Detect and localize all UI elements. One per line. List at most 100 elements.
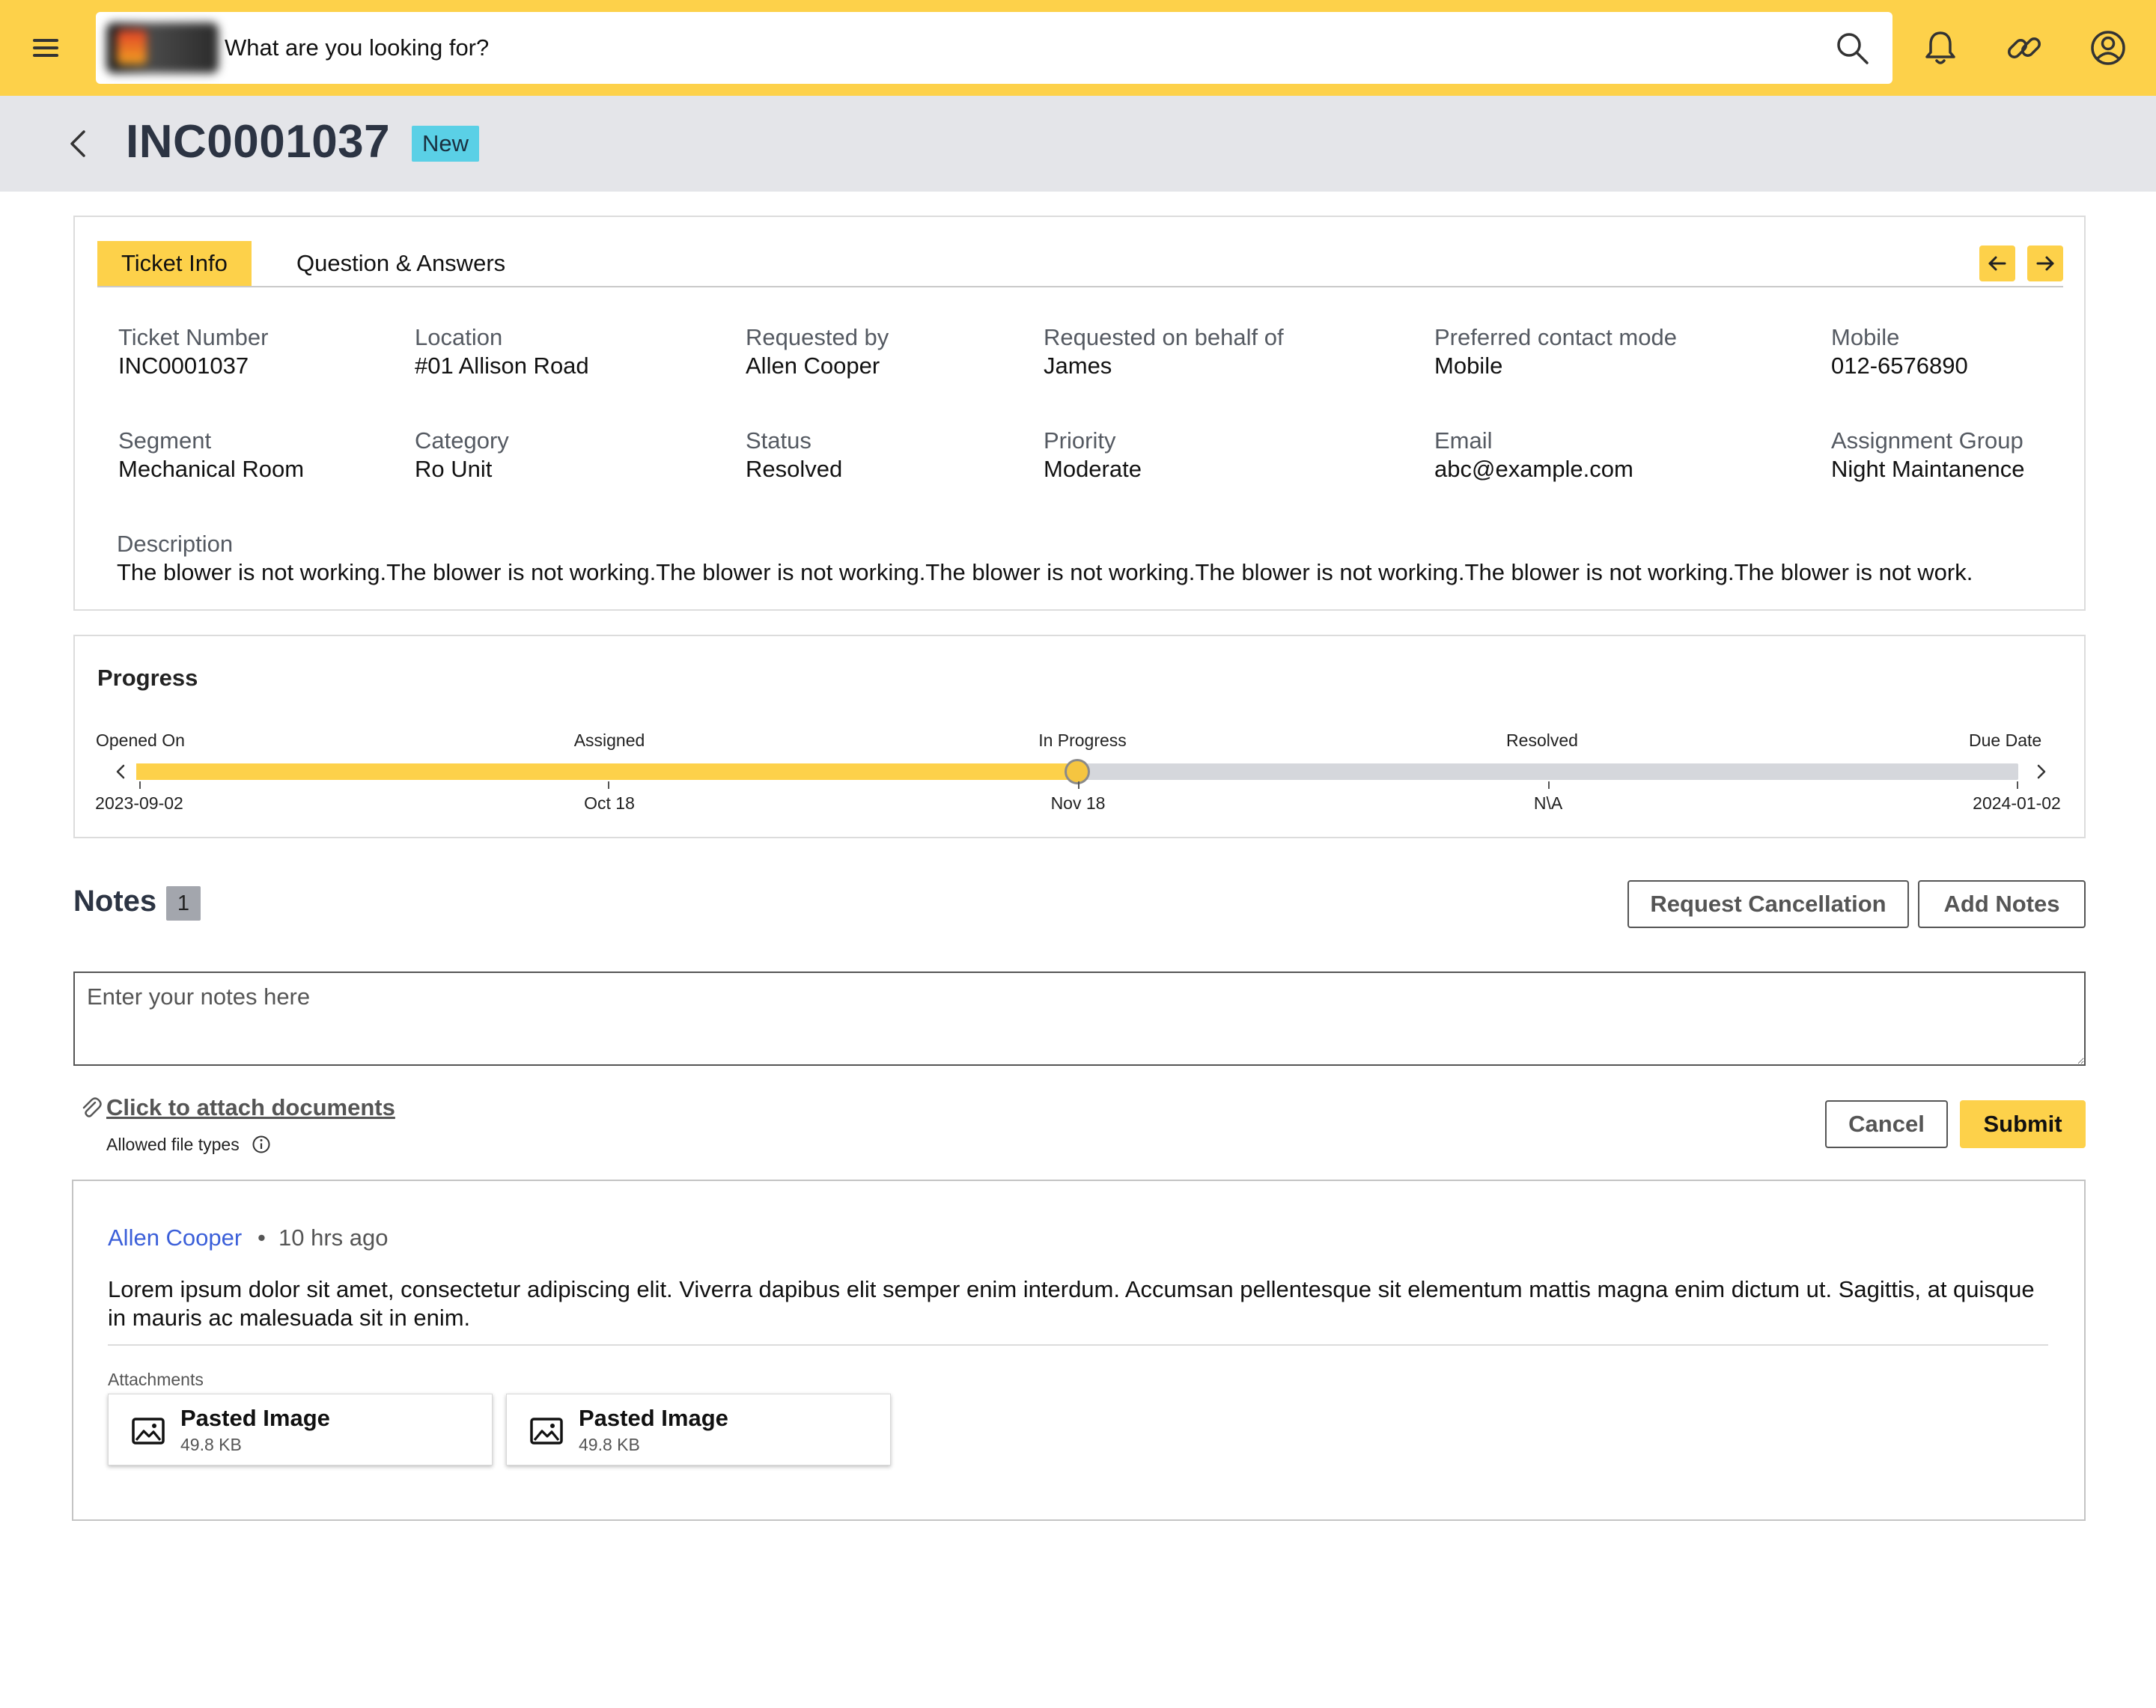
notes-textarea[interactable] bbox=[73, 972, 2086, 1066]
progress-fill bbox=[136, 763, 1077, 780]
image-icon bbox=[530, 1418, 563, 1445]
field-label: Assignment Group bbox=[1831, 427, 2023, 454]
field-label: Priority bbox=[1044, 427, 1116, 454]
field-label: Category bbox=[415, 427, 509, 454]
field-location: Location #01 Allison Road bbox=[415, 323, 589, 380]
attachment-name: Pasted Image bbox=[180, 1405, 330, 1431]
field-category: Category Ro Unit bbox=[415, 427, 509, 484]
attach-documents-link[interactable]: Click to attach documents bbox=[106, 1094, 395, 1121]
paperclip-icon[interactable] bbox=[79, 1096, 102, 1120]
field-label: Status bbox=[746, 427, 811, 454]
field-value: Allen Cooper bbox=[746, 353, 880, 379]
bell-icon[interactable] bbox=[1919, 27, 1961, 69]
field-label: Segment bbox=[118, 427, 212, 454]
attachment-card[interactable]: Pasted Image 49.8 KB bbox=[506, 1394, 891, 1465]
arrow-left-icon[interactable] bbox=[1979, 245, 2015, 281]
field-label: Ticket Number bbox=[118, 324, 269, 350]
field-value: Ro Unit bbox=[415, 456, 493, 482]
brand-logo bbox=[106, 22, 219, 73]
chevron-left-icon[interactable] bbox=[61, 126, 97, 162]
status-badge: New bbox=[412, 126, 480, 162]
attachment-name: Pasted Image bbox=[579, 1405, 728, 1431]
arrow-right-icon[interactable] bbox=[2027, 245, 2063, 281]
field-ticket-number: Ticket Number INC0001037 bbox=[118, 323, 268, 380]
search-icon[interactable] bbox=[1834, 30, 1870, 66]
field-value: Moderate bbox=[1044, 456, 1142, 482]
stage-date-due-date: 2024-01-02 bbox=[1973, 793, 2061, 813]
tab-question-answers[interactable]: Question & Answers bbox=[272, 241, 529, 286]
stage-label-opened-on: Opened On bbox=[96, 731, 185, 750]
field-description: Description The blower is not working.Th… bbox=[117, 530, 2071, 587]
page-title: INC0001037 bbox=[126, 116, 391, 168]
attachment-size: 49.8 KB bbox=[579, 1435, 640, 1454]
stage-label-in-progress: In Progress bbox=[1038, 731, 1127, 750]
attachments-label: Attachments bbox=[108, 1370, 204, 1389]
field-value: abc@example.com bbox=[1434, 456, 1633, 482]
field-value: James bbox=[1044, 353, 1112, 379]
stage-label-assigned: Assigned bbox=[573, 731, 645, 750]
field-status: Status Resolved bbox=[746, 427, 842, 484]
stage-label-resolved: Resolved bbox=[1506, 731, 1578, 750]
account-icon[interactable] bbox=[2087, 27, 2129, 69]
field-label: Location bbox=[415, 324, 503, 350]
notes-count-badge: 1 bbox=[166, 886, 201, 921]
link-icon[interactable] bbox=[2003, 27, 2045, 69]
stage-date-opened-on: 2023-09-02 bbox=[95, 793, 183, 813]
tick-mark bbox=[139, 781, 141, 789]
add-notes-button[interactable]: Add Notes bbox=[1918, 880, 2086, 928]
field-value: #01 Allison Road bbox=[415, 353, 589, 379]
chevron-right-icon[interactable] bbox=[2030, 760, 2053, 783]
field-preferred-contact-mode: Preferred contact mode Mobile bbox=[1434, 323, 1677, 380]
tick-mark bbox=[1078, 781, 1079, 789]
progress-panel: Progress Opened On Assigned In Progress … bbox=[73, 635, 2086, 838]
cancel-button[interactable]: Cancel bbox=[1825, 1100, 1948, 1148]
field-mobile: Mobile 012-6576890 bbox=[1831, 323, 1968, 380]
field-requested-on-behalf-of: Requested on behalf of James bbox=[1044, 323, 1284, 380]
notes-title: Notes bbox=[73, 885, 157, 918]
search-bar bbox=[96, 12, 1892, 84]
stage-date-assigned: Oct 18 bbox=[584, 793, 635, 813]
field-value: Mobile bbox=[1434, 353, 1503, 379]
field-value: Resolved bbox=[746, 456, 843, 482]
note-card: Allen Cooper • 10 hrs ago Lorem ipsum do… bbox=[72, 1180, 2086, 1521]
info-icon[interactable] bbox=[252, 1135, 271, 1154]
tick-mark bbox=[2017, 781, 2018, 789]
field-email: Email abc@example.com bbox=[1434, 427, 1633, 484]
search-input[interactable] bbox=[225, 28, 1722, 67]
attachment-size: 49.8 KB bbox=[180, 1435, 242, 1454]
field-label: Requested by bbox=[746, 324, 889, 350]
note-author-link[interactable]: Allen Cooper bbox=[108, 1224, 242, 1251]
attachment-card[interactable]: Pasted Image 49.8 KB bbox=[108, 1394, 493, 1465]
progress-track bbox=[136, 759, 2018, 784]
progress-handle[interactable] bbox=[1065, 759, 1090, 784]
field-value: 012-6576890 bbox=[1831, 353, 1968, 379]
field-label: Requested on behalf of bbox=[1044, 324, 1284, 350]
description-text: The blower is not working.The blower is … bbox=[117, 559, 1973, 585]
field-value: INC0001037 bbox=[118, 353, 249, 379]
tick-mark bbox=[1548, 781, 1550, 789]
field-segment: Segment Mechanical Room bbox=[118, 427, 304, 484]
field-value: Mechanical Room bbox=[118, 456, 305, 482]
request-cancellation-button[interactable]: Request Cancellation bbox=[1627, 880, 1909, 928]
chevron-left-icon[interactable] bbox=[109, 760, 132, 783]
image-icon bbox=[132, 1418, 165, 1445]
stage-date-in-progress: Nov 18 bbox=[1050, 793, 1106, 813]
field-label: Mobile bbox=[1831, 324, 1900, 350]
allowed-file-types-label: Allowed file types bbox=[106, 1135, 240, 1154]
stage-label-due-date: Due Date bbox=[1969, 731, 2042, 750]
tab-bar: Ticket Info Question & Answers bbox=[97, 241, 2063, 287]
progress-title: Progress bbox=[97, 665, 198, 691]
top-app-bar bbox=[0, 0, 2156, 96]
tab-ticket-info[interactable]: Ticket Info bbox=[97, 241, 252, 286]
note-body: Lorem ipsum dolor sit amet, consectetur … bbox=[108, 1276, 2035, 1331]
field-requested-by: Requested by Allen Cooper bbox=[746, 323, 889, 380]
field-priority: Priority Moderate bbox=[1044, 427, 1142, 484]
ticket-info-panel: Ticket Info Question & Answers Ticket Nu… bbox=[73, 216, 2086, 611]
tick-mark bbox=[608, 781, 609, 789]
note-separator: • bbox=[258, 1224, 266, 1251]
menu-icon[interactable] bbox=[27, 33, 69, 63]
stage-date-resolved: N\A bbox=[1533, 793, 1563, 813]
field-label: Description bbox=[117, 531, 234, 557]
field-value: Night Maintanence bbox=[1831, 456, 2025, 482]
submit-button[interactable]: Submit bbox=[1960, 1100, 2086, 1148]
